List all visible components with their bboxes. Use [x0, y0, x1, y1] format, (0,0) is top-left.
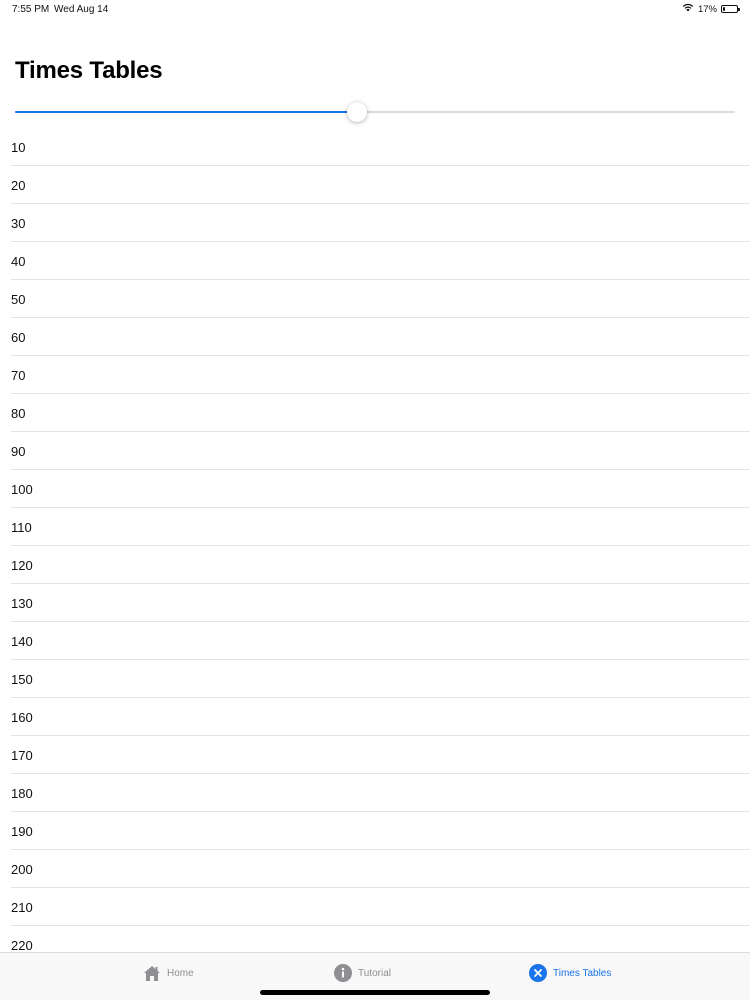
list-item[interactable]: 60 — [11, 318, 750, 356]
list-item-label: 200 — [11, 862, 33, 877]
tab-home[interactable]: Home — [143, 962, 194, 984]
tab-times-tables-label: Times Tables — [553, 967, 612, 979]
tab-times-tables[interactable]: Times Tables — [529, 962, 611, 984]
home-indicator[interactable] — [260, 990, 490, 995]
battery-icon — [721, 5, 740, 13]
status-date: Wed Aug 14 — [54, 4, 109, 15]
wifi-icon — [682, 3, 694, 15]
list-item[interactable]: 40 — [11, 242, 750, 280]
status-bar: 7:55 PM Wed Aug 14 17% — [0, 0, 750, 18]
list-item-label: 180 — [11, 786, 33, 801]
list-item-label: 220 — [11, 938, 33, 952]
house-icon — [143, 964, 161, 982]
list-item-label: 190 — [11, 824, 33, 839]
list-item[interactable]: 170 — [11, 736, 750, 774]
list-item-label: 170 — [11, 748, 33, 763]
list-item-label: 60 — [11, 330, 26, 345]
list-item[interactable]: 30 — [11, 204, 750, 242]
list-item-label: 160 — [11, 710, 33, 725]
list-item-label: 10 — [11, 140, 26, 155]
list-item-label: 90 — [11, 444, 26, 459]
battery-fill — [723, 7, 725, 11]
list-item-label: 210 — [11, 900, 33, 915]
list-item[interactable]: 70 — [11, 356, 750, 394]
list-item-label: 140 — [11, 634, 33, 649]
page-title: Times Tables — [15, 57, 163, 84]
list-item-label: 80 — [11, 406, 26, 421]
list-item[interactable]: 100 — [11, 470, 750, 508]
status-time: 7:55 PM — [12, 4, 50, 15]
info-icon — [334, 964, 352, 982]
list-item-label: 70 — [11, 368, 26, 383]
value-slider[interactable] — [15, 101, 735, 123]
tab-home-label: Home — [167, 967, 194, 979]
list-item[interactable]: 130 — [11, 584, 750, 622]
list-item[interactable]: 200 — [11, 850, 750, 888]
tab-tutorial[interactable]: Tutorial — [334, 962, 391, 984]
list-item[interactable]: 150 — [11, 660, 750, 698]
battery-percent: 17% — [697, 3, 717, 15]
list-item[interactable]: 20 — [11, 166, 750, 204]
list-item-label: 130 — [11, 596, 33, 611]
list-item-label: 110 — [11, 520, 32, 535]
tab-tutorial-label: Tutorial — [358, 967, 391, 979]
list-item-label: 30 — [11, 216, 26, 231]
list-item-label: 120 — [11, 558, 33, 573]
list-item-label: 20 — [11, 178, 26, 193]
slider-thumb[interactable] — [347, 102, 367, 122]
list-item[interactable]: 120 — [11, 546, 750, 584]
list-item-label: 150 — [11, 672, 33, 687]
list-item-label: 50 — [11, 292, 26, 307]
list-item[interactable]: 90 — [11, 432, 750, 470]
list-item[interactable]: 10 — [11, 128, 750, 166]
slider-fill — [15, 111, 357, 113]
list-item[interactable]: 210 — [11, 888, 750, 926]
list-item[interactable]: 50 — [11, 280, 750, 318]
close-circle-icon — [529, 964, 547, 982]
list-item-label: 100 — [11, 482, 33, 497]
times-table-list[interactable]: 10 20 30 40 50 60 70 80 90 100 110 120 130 140 150 160 1… — [0, 128, 750, 952]
list-item[interactable]: 220 — [11, 926, 750, 952]
list-item[interactable]: 110 — [11, 508, 750, 546]
list-item[interactable]: 180 — [11, 774, 750, 812]
status-indicators: 17% — [682, 3, 740, 15]
list-item[interactable]: 160 — [11, 698, 750, 736]
list-item-label: 40 — [11, 254, 26, 269]
list-item[interactable]: 140 — [11, 622, 750, 660]
list-item[interactable]: 80 — [11, 394, 750, 432]
list-item[interactable]: 190 — [11, 812, 750, 850]
